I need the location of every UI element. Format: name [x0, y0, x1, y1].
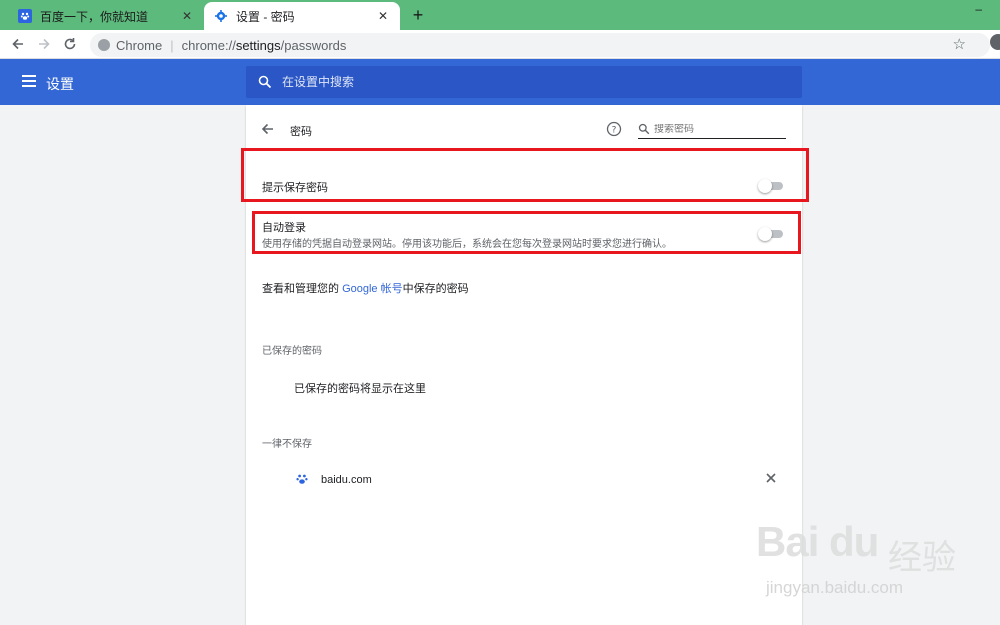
highlight-box-auto-signin [252, 211, 801, 254]
minimize-window-button[interactable]: – [975, 2, 982, 16]
search-icon [638, 123, 650, 135]
settings-search-box[interactable] [246, 66, 802, 98]
tab-close-icon[interactable]: ✕ [180, 9, 194, 23]
watermark-logo-cn: 经验 [888, 539, 956, 577]
search-icon [258, 75, 272, 89]
chrome-page-icon [98, 39, 110, 51]
settings-search-input[interactable] [282, 75, 762, 89]
address-bar[interactable]: Chrome | chrome:// settings /passwords ☆ [90, 33, 990, 57]
tab-baidu[interactable]: 百度一下，你就知道 ✕ [8, 2, 204, 30]
google-account-link[interactable]: Google 帐号 [342, 283, 403, 295]
never-saved-site-name: baidu.com [321, 474, 372, 486]
bookmark-star-icon[interactable]: ☆ [953, 35, 966, 53]
settings-header: 设置 [0, 59, 1000, 105]
saved-passwords-empty-message: 已保存的密码将显示在这里 [294, 383, 426, 395]
settings-gear-icon [214, 9, 228, 23]
tab-title: 百度一下，你就知道 [40, 9, 149, 24]
url-rest: /passwords [280, 37, 347, 53]
new-tab-button[interactable]: + [408, 5, 428, 25]
hamburger-menu-icon[interactable] [22, 75, 36, 87]
highlight-box-offer-to-save [241, 148, 809, 202]
never-saved-site-row: baidu.com [246, 465, 802, 495]
omnibox-separator: | [170, 37, 174, 53]
reload-icon[interactable] [60, 34, 80, 54]
tab-title: 设置 - 密码 [236, 9, 295, 24]
tab-close-icon[interactable]: ✕ [376, 9, 390, 23]
settings-title: 设置 [46, 76, 74, 92]
svg-text:?: ? [612, 126, 617, 136]
saved-passwords-heading: 已保存的密码 [262, 346, 322, 357]
baidu-paw-icon [18, 9, 32, 23]
url-scheme: chrome:// [181, 37, 236, 53]
google-account-passwords-row[interactable]: 查看和管理您的 Google 帐号中保存的密码 [262, 280, 469, 296]
google-account-prefix: 查看和管理您的 [262, 283, 343, 295]
browser-toolbar: Chrome | chrome:// settings /passwords ☆ [0, 30, 1000, 59]
tab-strip: 百度一下，你就知道 ✕ 设置 - 密码 ✕ + – [0, 0, 1000, 30]
omnibox-site-label: Chrome [116, 37, 163, 53]
help-icon[interactable]: ? [606, 121, 622, 137]
back-arrow-icon[interactable] [8, 34, 28, 54]
back-arrow-icon[interactable] [260, 121, 276, 137]
url-path: settings [235, 37, 281, 53]
page-title: 密码 [290, 126, 312, 138]
never-saved-heading: 一律不保存 [262, 439, 312, 450]
password-search-field[interactable] [638, 121, 786, 139]
baidu-paw-icon [296, 474, 308, 484]
profile-avatar[interactable] [990, 34, 1000, 50]
forward-arrow-icon[interactable] [34, 34, 54, 54]
tab-settings-passwords[interactable]: 设置 - 密码 ✕ [204, 2, 400, 30]
password-search-input[interactable] [654, 124, 774, 135]
passwords-card-header: 密码 ? [246, 105, 802, 153]
google-account-suffix: 中保存的密码 [402, 283, 469, 295]
close-icon[interactable] [764, 471, 778, 485]
